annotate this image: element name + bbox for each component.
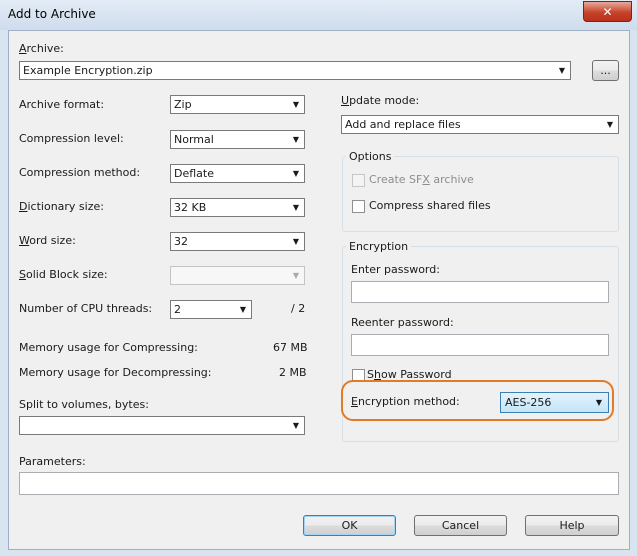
options-group: Options Create SFX archive Compress shar… xyxy=(342,150,619,232)
chevron-down-icon: ▼ xyxy=(292,421,300,430)
create-sfx-label: Create SFX archive xyxy=(369,173,474,186)
archive-format-label: Archive format: xyxy=(19,98,105,111)
title-bar: Add to Archive ✕ xyxy=(0,0,637,30)
close-button[interactable]: ✕ xyxy=(583,1,632,22)
archive-path-value: Example Encryption.zip xyxy=(23,64,153,77)
browse-button[interactable]: ... xyxy=(592,60,619,81)
memory-compress-value: 67 MB xyxy=(273,341,308,354)
close-icon: ✕ xyxy=(602,4,613,19)
cpu-threads-label: Number of CPU threads: xyxy=(19,302,153,315)
chevron-down-icon: ▼ xyxy=(292,100,300,109)
chevron-down-icon: ▼ xyxy=(292,135,300,144)
chevron-down-icon: ▼ xyxy=(292,237,300,246)
dictionary-size-select[interactable]: 32 KB ▼ xyxy=(170,198,305,217)
split-volumes-combo[interactable]: ▼ xyxy=(19,416,305,435)
chevron-down-icon: ▼ xyxy=(606,120,614,129)
encryption-title: Encryption xyxy=(346,240,412,253)
dialog-body: Archive: Example Encryption.zip ▼ ... Ar… xyxy=(8,30,630,550)
update-mode-label: Update mode: xyxy=(341,94,420,107)
chevron-down-icon: ▼ xyxy=(292,203,300,212)
word-size-select[interactable]: 32 ▼ xyxy=(170,232,305,251)
dictionary-size-label: Dictionary size: xyxy=(19,200,104,213)
parameters-label: Parameters: xyxy=(19,455,86,468)
ok-button[interactable]: OK xyxy=(303,515,396,536)
archive-format-select[interactable]: Zip ▼ xyxy=(170,95,305,114)
update-mode-select[interactable]: Add and replace files ▼ xyxy=(341,115,619,134)
compression-level-select[interactable]: Normal ▼ xyxy=(170,130,305,149)
parameters-field[interactable] xyxy=(19,472,619,495)
compression-method-label: Compression method: xyxy=(19,166,141,179)
solid-block-size-label: Solid Block size: xyxy=(19,268,108,281)
chevron-down-icon: ▼ xyxy=(292,169,300,178)
reenter-password-field[interactable] xyxy=(351,334,609,356)
chevron-down-icon: ▼ xyxy=(239,305,247,314)
archive-label: Archive: xyxy=(19,42,64,55)
compression-level-label: Compression level: xyxy=(19,132,124,145)
memory-compress-label: Memory usage for Compressing: xyxy=(19,341,198,354)
enter-password-label: Enter password: xyxy=(351,263,440,276)
enter-password-field[interactable] xyxy=(351,281,609,303)
archive-path-combo[interactable]: Example Encryption.zip ▼ xyxy=(19,61,571,80)
compression-method-select[interactable]: Deflate ▼ xyxy=(170,164,305,183)
compress-shared-label: Compress shared files xyxy=(369,199,491,212)
solid-block-size-select[interactable]: ▼ xyxy=(170,266,305,285)
options-title: Options xyxy=(346,150,395,163)
compress-shared-checkbox[interactable] xyxy=(352,200,365,213)
memory-decompress-label: Memory usage for Decompressing: xyxy=(19,366,212,379)
encryption-method-highlight xyxy=(341,380,614,421)
split-volumes-label: Split to volumes, bytes: xyxy=(19,398,149,411)
create-sfx-checkbox[interactable] xyxy=(352,174,365,187)
chevron-down-icon: ▼ xyxy=(558,66,566,75)
memory-decompress-value: 2 MB xyxy=(279,366,307,379)
help-button[interactable]: Help xyxy=(525,515,619,536)
chevron-down-icon: ▼ xyxy=(292,271,300,280)
cancel-button[interactable]: Cancel xyxy=(414,515,507,536)
word-size-label: Word size: xyxy=(19,234,76,247)
window-title: Add to Archive xyxy=(8,7,96,21)
reenter-password-label: Reenter password: xyxy=(351,316,454,329)
cpu-threads-select[interactable]: 2 ▼ xyxy=(170,300,252,319)
cpu-threads-total: / 2 xyxy=(291,302,306,315)
